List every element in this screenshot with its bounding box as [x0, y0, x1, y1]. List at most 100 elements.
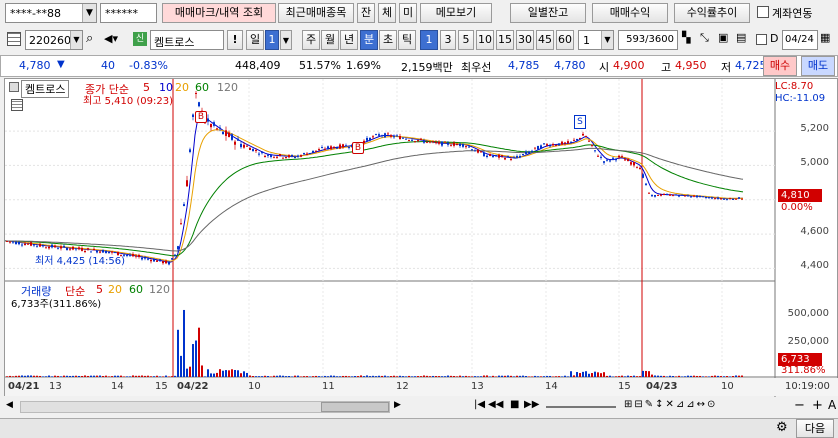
rewind-icon[interactable]: ◀◀: [488, 399, 503, 410]
period-tick-button[interactable]: 틱: [398, 30, 416, 50]
volume-bar: [564, 375, 566, 377]
chevron-down-icon[interactable]: ▼: [601, 31, 613, 49]
account-number-field[interactable]: ****-**88 ▼: [5, 3, 97, 23]
executed-button[interactable]: 체: [378, 3, 396, 23]
scrollbar-thumb[interactable]: [321, 402, 389, 412]
period-month-button[interactable]: 월: [321, 30, 339, 50]
price-candle: [372, 136, 374, 138]
volume-bar: [528, 376, 530, 377]
add-compare-icon[interactable]: ▚: [682, 31, 698, 47]
balance-button[interactable]: 잔: [357, 3, 375, 23]
price-candle: [180, 223, 182, 225]
chevron-down-icon[interactable]: ▼: [70, 31, 82, 49]
volume-bar: [153, 376, 155, 377]
volume-bar: [372, 375, 374, 377]
price-candle: [192, 114, 194, 117]
buy-button[interactable]: 매수: [763, 56, 797, 76]
price-candle: [570, 141, 572, 143]
speaker-icon[interactable]: ◀▾: [104, 31, 130, 47]
alert-button[interactable]: !: [227, 30, 243, 50]
minute-3-button[interactable]: 3: [440, 30, 456, 50]
interval-field[interactable]: 1 ▼: [578, 30, 614, 50]
volume-bar: [672, 375, 674, 377]
chart-area[interactable]: 켐트로스 종가 단순 5 10 20 60 120 최고 5,410 (09:2…: [4, 78, 838, 397]
date-field[interactable]: 04/24: [782, 30, 818, 50]
price-candle: [444, 141, 446, 143]
trade-profit-button[interactable]: 매매수익: [592, 3, 668, 23]
unexecuted-button[interactable]: 미: [399, 3, 417, 23]
minute-60-button[interactable]: 60: [556, 30, 574, 50]
ma120-label: 120: [217, 81, 238, 94]
stock-code-field[interactable]: 220260 ▼: [25, 30, 83, 50]
period-week-button[interactable]: 주: [302, 30, 320, 50]
volume-bar: [693, 375, 695, 377]
return-trend-button[interactable]: 수익률추이: [674, 3, 750, 23]
volume-bar: [474, 376, 476, 377]
grid-icon[interactable]: [7, 32, 21, 46]
minute-5-button[interactable]: 5: [458, 30, 474, 50]
trade-mark-history-button[interactable]: 매매마크/내역 조회: [162, 3, 276, 23]
gear-icon[interactable]: ⚙: [776, 420, 788, 435]
volume-bar: [429, 376, 431, 377]
period-day-count-button[interactable]: 1: [265, 30, 279, 50]
draw-tools-icon[interactable]: ⊞⊟✎↕✕⊿⊿↔⊙: [624, 399, 717, 410]
play-icon[interactable]: ▶▶: [524, 399, 539, 410]
indicator-icon[interactable]: ⤡: [700, 31, 716, 47]
minute-45-button[interactable]: 45: [536, 30, 554, 50]
volume-bar: [198, 327, 200, 377]
search-icon[interactable]: ⌕: [86, 31, 102, 47]
volume-bar: [273, 375, 275, 377]
minute-1-button[interactable]: 1: [420, 30, 438, 50]
recent-trade-items-button[interactable]: 최근매매종목: [278, 3, 354, 23]
scrollbar-track[interactable]: [20, 401, 390, 413]
sell-button[interactable]: 매도: [801, 56, 835, 76]
minute-10-button[interactable]: 10: [476, 30, 494, 50]
volume-bar: [426, 375, 428, 377]
count-field[interactable]: 593/3600: [618, 30, 678, 50]
period-year-button[interactable]: 년: [340, 30, 358, 50]
scroll-right-icon[interactable]: ▶: [394, 400, 406, 414]
stock-name-field[interactable]: 켐트로스: [150, 30, 224, 50]
next-button[interactable]: 다음: [796, 419, 834, 438]
panel-config-icon[interactable]: [9, 82, 19, 92]
minute-30-button[interactable]: 30: [516, 30, 534, 50]
volume-bar: [72, 375, 74, 377]
volume-bar: [207, 369, 209, 377]
stop-icon[interactable]: ■: [510, 399, 519, 410]
volume-bar: [327, 376, 329, 377]
d-checkbox[interactable]: [756, 34, 767, 45]
account-link-checkbox[interactable]: [757, 6, 769, 18]
daily-balance-button[interactable]: 일별잔고: [510, 3, 586, 23]
zoom-out-icon[interactable]: −: [794, 398, 805, 413]
period-minute-button[interactable]: 분: [360, 30, 378, 50]
price-panel-title[interactable]: 켐트로스: [21, 80, 70, 98]
memo-button[interactable]: 메모보기: [420, 3, 492, 23]
password-field[interactable]: ******: [100, 3, 157, 23]
first-page-icon[interactable]: |◀: [474, 399, 485, 410]
zoom-slider[interactable]: [546, 406, 616, 408]
chevron-down-icon[interactable]: ▼: [82, 4, 96, 22]
volume-bar: [663, 375, 665, 377]
calendar-icon[interactable]: ▦: [820, 31, 834, 47]
bid-price: 4,780: [554, 59, 586, 72]
chart-canvas[interactable]: [5, 79, 838, 397]
zoom-in-icon[interactable]: +: [812, 398, 823, 413]
minute-15-button[interactable]: 15: [496, 30, 514, 50]
auto-scale-icon[interactable]: A: [828, 398, 836, 412]
save-icon[interactable]: ▣: [718, 31, 734, 47]
settings-icon[interactable]: ▤: [736, 31, 752, 47]
vma20-label: 20: [108, 283, 122, 296]
chart-scroll-bar[interactable]: ◀ ▶ |◀ ◀◀ ■ ▶▶ ⊞⊟✎↕✕⊿⊿↔⊙ − + A: [4, 398, 838, 416]
period-second-button[interactable]: 초: [379, 30, 397, 50]
table-icon[interactable]: [11, 99, 23, 111]
price-candle: [645, 183, 647, 185]
volume-bar: [636, 376, 638, 377]
chevron-down-icon[interactable]: ▼: [280, 30, 292, 50]
scroll-left-icon[interactable]: ◀: [6, 400, 18, 414]
volume-bar: [102, 375, 104, 377]
period-day-button[interactable]: 일: [246, 30, 264, 50]
price-candle: [264, 155, 266, 158]
price-candle: [207, 118, 209, 122]
volume-bar: [60, 376, 62, 377]
price-candle: [243, 144, 245, 148]
